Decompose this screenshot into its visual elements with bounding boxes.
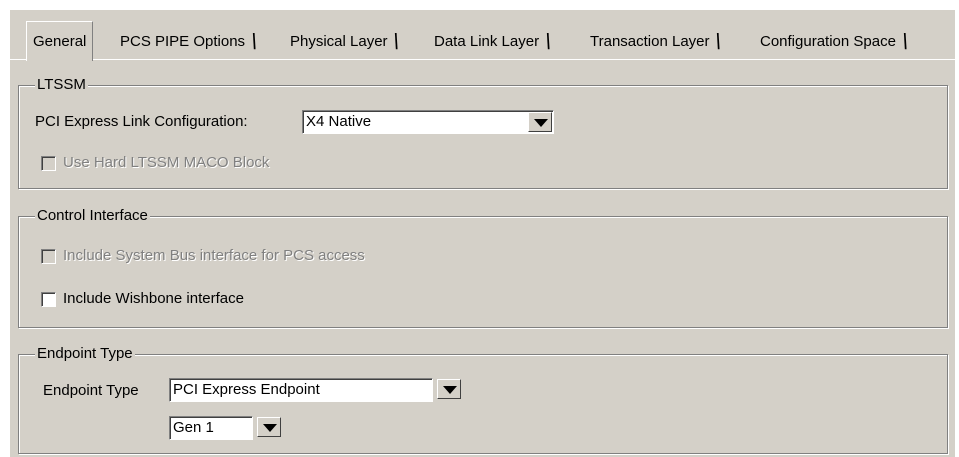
tab-separator: \	[248, 29, 260, 54]
tab-strip-baseline	[10, 59, 955, 60]
link-config-value: X4 Native	[306, 113, 372, 130]
tab-separator: \	[390, 29, 403, 54]
endpoint-type-label: Endpoint Type	[43, 382, 139, 399]
pcie-config-dialog: General PCS PIPE Options \ Physical Layer…	[10, 10, 955, 457]
system-bus-label: Include System Bus interface for PCS acc…	[63, 247, 365, 264]
ltssm-legend: LTSSM	[35, 75, 88, 95]
gen-value: Gen 1	[173, 419, 214, 436]
tab-general[interactable]: General	[26, 21, 94, 61]
tab-physical-layer[interactable]: Physical Layer \	[284, 24, 402, 59]
tab-data-link-layer[interactable]: Data Link Layer \	[428, 24, 554, 59]
wishbone-checkbox[interactable]	[41, 292, 56, 307]
control-interface-group: Control Interface Include System Bus int…	[18, 206, 948, 328]
system-bus-checkbox[interactable]	[41, 249, 56, 264]
tab-separator: \	[712, 29, 725, 54]
control-interface-legend: Control Interface	[35, 206, 150, 226]
chevron-down-icon[interactable]	[528, 112, 552, 132]
gen-input[interactable]: Gen 1	[169, 416, 253, 440]
ltssm-group: LTSSM PCI Express Link Configuration: X4…	[18, 75, 948, 189]
tab-pcs-pipe-options[interactable]: PCS PIPE Options \	[114, 24, 260, 59]
tab-strip: General PCS PIPE Options \ Physical Layer…	[10, 10, 955, 61]
link-config-label: PCI Express Link Configuration:	[35, 113, 248, 130]
endpoint-type-group: Endpoint Type Endpoint Type PCI Express …	[18, 344, 948, 454]
hard-ltssm-checkbox[interactable]	[41, 156, 56, 171]
wishbone-label: Include Wishbone interface	[63, 290, 244, 307]
endpoint-type-input[interactable]: PCI Express Endpoint	[169, 378, 433, 402]
endpoint-type-value: PCI Express Endpoint	[173, 381, 320, 398]
chevron-down-icon[interactable]	[257, 417, 281, 437]
tab-separator: \	[542, 29, 554, 54]
endpoint-type-legend: Endpoint Type	[35, 344, 135, 364]
tab-configuration-space[interactable]: Configuration Space \	[754, 24, 911, 59]
tab-transaction-layer[interactable]: Transaction Layer \	[584, 24, 724, 59]
hard-ltssm-label: Use Hard LTSSM MACO Block	[63, 154, 270, 171]
link-config-select[interactable]: X4 Native	[302, 110, 554, 134]
tab-separator: \	[899, 29, 911, 54]
chevron-down-icon[interactable]	[437, 379, 461, 399]
